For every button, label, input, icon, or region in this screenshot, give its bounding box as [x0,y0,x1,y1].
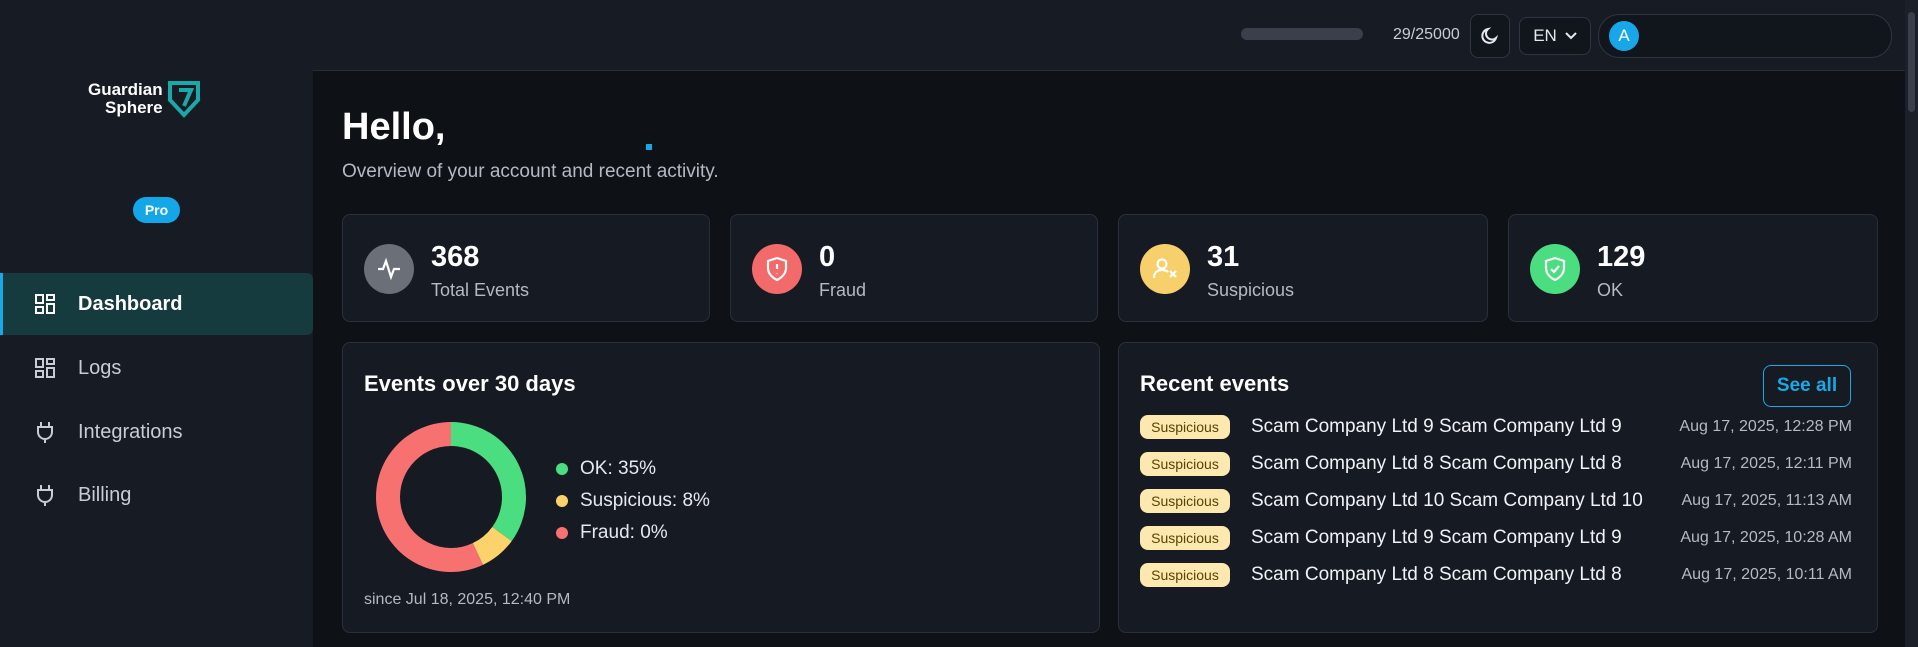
brand-name: Guardian Sphere [88,81,163,117]
scrollbar-thumb[interactable] [1908,12,1915,112]
event-name: Scam Company Ltd 8 Scam Company Ltd 8 [1251,452,1622,474]
chevron-down-icon [1565,32,1577,40]
panel-title: Events over 30 days [364,371,576,396]
logs-icon [32,355,58,381]
see-all-button[interactable]: See all [1763,365,1851,407]
avatar: A [1609,21,1639,51]
shield-alert-icon [752,244,802,294]
event-time: Aug 17, 2025, 12:11 PM [1680,454,1852,472]
topbar: 29/25000 EN A [313,0,1918,71]
legend-label: Suspicious: 8% [580,490,710,511]
stat-label: Suspicious [1207,280,1295,300]
event-row[interactable]: Suspicious Scam Company Ltd 9 Scam Compa… [1140,408,1852,445]
stat-value: 0 [819,241,836,273]
sidebar-item-label: Billing [78,483,132,506]
user-x-icon [1140,244,1190,294]
legend-dot [556,495,568,507]
stat-card-fraud: 0 Fraud [730,214,1098,322]
sidebar-item-label: Dashboard [78,292,183,315]
sidebar-item-label: Integrations [78,420,183,443]
moon-icon [1481,27,1499,44]
panel-title: Recent events [1140,371,1290,396]
stat-card-suspicious: 31 Suspicious [1118,214,1488,322]
status-badge: Suspicious [1140,488,1230,513]
event-row[interactable]: Suspicious Scam Company Ltd 8 Scam Compa… [1140,445,1852,482]
shield-logo-icon [167,81,200,118]
sidebar-item-label: Logs [78,356,122,379]
plan-badge: Pro [133,197,180,223]
brand-line-1: Guardian [88,80,163,99]
event-name: Scam Company Ltd 9 Scam Company Ltd 9 [1251,415,1622,437]
sidebar-item-dashboard[interactable]: Dashboard [0,273,313,335]
brand-logo[interactable]: Guardian Sphere [88,80,201,118]
recent-events-panel: Recent events See all Suspicious Scam Co… [1118,342,1878,633]
plug-icon [32,482,58,508]
legend-dot [556,463,568,475]
event-name: Scam Company Ltd 10 Scam Company Ltd 10 [1251,489,1643,511]
page-subtitle: Overview of your account and recent acti… [342,161,719,182]
activity-icon [364,244,414,294]
sidebar-item-logs[interactable]: Logs [0,337,313,399]
event-row[interactable]: Suspicious Scam Company Ltd 10 Scam Comp… [1140,482,1852,519]
status-badge: Suspicious [1140,562,1230,587]
event-name: Scam Company Ltd 8 Scam Company Ltd 8 [1251,563,1622,585]
shield-check-icon [1530,244,1580,294]
legend-label: Fraud: 0% [580,522,668,543]
user-menu[interactable]: A [1598,14,1892,58]
legend-item-suspicious: Suspicious: 8% [556,485,710,517]
stat-label: Fraud [819,280,867,300]
language-select[interactable]: EN [1519,17,1591,55]
usage-progress-bar [1241,28,1363,40]
event-time: Aug 17, 2025, 10:28 AM [1680,528,1852,546]
donut-slice-ok[interactable] [451,422,526,542]
sidebar: Guardian Sphere Pro Dashboard Logs Integ… [0,0,313,647]
legend-item-fraud: Fraud: 0% [556,517,710,549]
legend-label: OK: 35% [580,458,657,479]
theme-toggle-button[interactable] [1470,14,1510,58]
status-badge: Suspicious [1140,525,1230,550]
dashboard-icon [32,291,58,317]
brand-line-2: Sphere [104,98,163,117]
stat-value: 129 [1597,241,1646,273]
stat-label: OK [1597,280,1624,300]
status-badge: Suspicious [1140,414,1230,439]
event-name: Scam Company Ltd 9 Scam Company Ltd 9 [1251,526,1622,548]
event-row[interactable]: Suspicious Scam Company Ltd 9 Scam Compa… [1140,519,1852,556]
event-time: Aug 17, 2025, 11:13 AM [1681,491,1853,509]
chart-since-caption: since Jul 18, 2025, 12:40 PM [364,591,571,608]
cursor-mark [646,144,652,150]
page-title: Hello, [342,106,446,148]
legend-dot [556,527,568,539]
language-value: EN [1533,26,1557,45]
events-chart-panel: Events over 30 days OK: 35% Suspicious: … [342,342,1100,633]
legend-item-ok: OK: 35% [556,453,710,485]
events-donut-chart [376,422,526,572]
stat-value: 31 [1207,241,1240,273]
usage-counter: 29/25000 [1393,26,1460,43]
event-time: Aug 17, 2025, 12:28 PM [1679,417,1852,435]
sidebar-item-integrations[interactable]: Integrations [0,401,313,463]
sidebar-item-billing[interactable]: Billing [0,464,313,526]
event-row[interactable]: Suspicious Scam Company Ltd 8 Scam Compa… [1140,556,1852,593]
stat-value: 368 [431,241,480,273]
status-badge: Suspicious [1140,451,1230,476]
chart-legend: OK: 35% Suspicious: 8% Fraud: 0% [556,453,710,549]
event-time: Aug 17, 2025, 10:11 AM [1681,565,1853,583]
plug-icon [32,419,58,445]
stat-card-total: 368 Total Events [342,214,710,322]
stat-label: Total Events [431,280,530,300]
stat-card-ok: 129 OK [1508,214,1878,322]
